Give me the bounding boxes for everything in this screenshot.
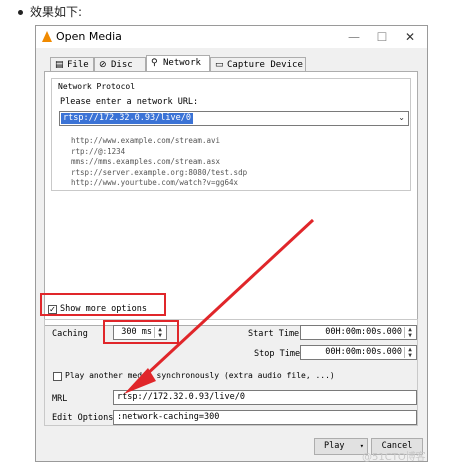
annotation-arrow-line: [144, 218, 315, 377]
watermark: @51CTO博客: [362, 452, 426, 463]
annotation-arrow: [124, 218, 315, 394]
